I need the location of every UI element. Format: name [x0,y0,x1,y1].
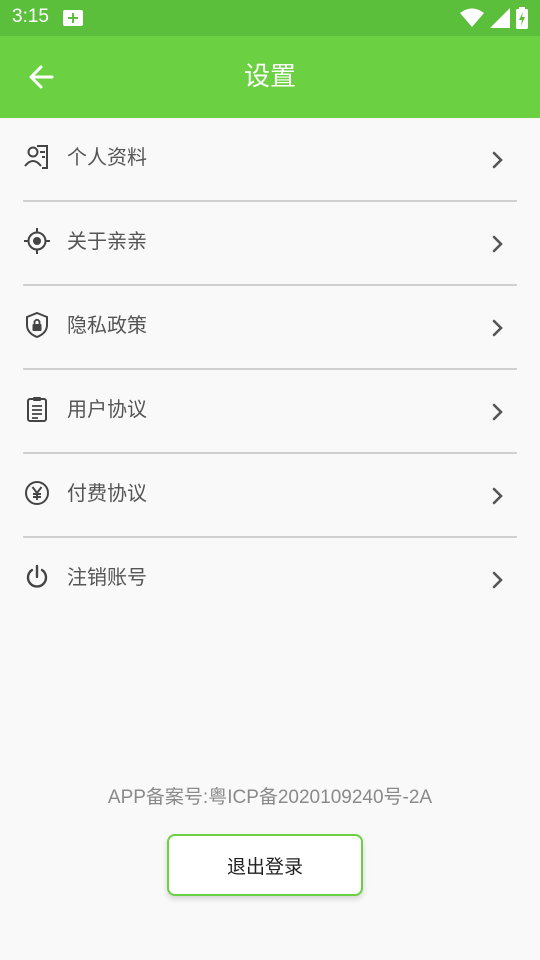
logout-button[interactable]: 退出登录 [167,834,363,896]
settings-item-payment-agreement[interactable]: 付费协议 [0,454,540,538]
power-icon [26,564,48,588]
status-bar: 3:15 [0,0,540,36]
shield-lock-icon [26,312,48,338]
yen-icon [25,481,49,505]
clipboard-icon [27,397,47,422]
settings-item-label: 个人资料 [67,145,147,169]
settings-item-label: 隐私政策 [67,313,147,337]
chevron-right-icon [492,487,503,505]
battery-charging-icon [516,7,528,29]
chevron-right-icon [492,151,503,169]
target-icon [24,228,50,254]
settings-item-label: 用户协议 [67,397,147,421]
settings-item-label: 关于亲亲 [67,229,147,253]
status-icons [460,7,528,29]
wifi-icon [460,8,484,27]
app-bar: 设置 [0,36,540,118]
settings-item-label: 付费协议 [67,481,147,505]
notification-plus-icon [63,10,83,26]
settings-item-label: 注销账号 [67,565,147,589]
cell-signal-icon [490,8,510,28]
chevron-right-icon [492,235,503,253]
page-title: 设置 [243,62,296,92]
settings-item-profile[interactable]: 个人资料 [0,118,540,202]
icp-record-text: APP备案号:粤ICP备2020109240号-2A [107,787,433,808]
settings-item-about[interactable]: 关于亲亲 [0,202,540,286]
status-time: 3:15 [12,6,49,27]
settings-item-delete-account[interactable]: 注销账号 [0,538,540,622]
chevron-right-icon [492,403,503,421]
chevron-right-icon [492,319,503,337]
profile-card-icon [24,145,48,169]
settings-item-privacy[interactable]: 隐私政策 [0,286,540,370]
chevron-right-icon [492,571,503,589]
settings-list: 个人资料 关于亲亲 隐私政策 用户协议 付费协议 注销账号 [0,118,540,622]
settings-item-user-agreement[interactable]: 用户协议 [0,370,540,454]
